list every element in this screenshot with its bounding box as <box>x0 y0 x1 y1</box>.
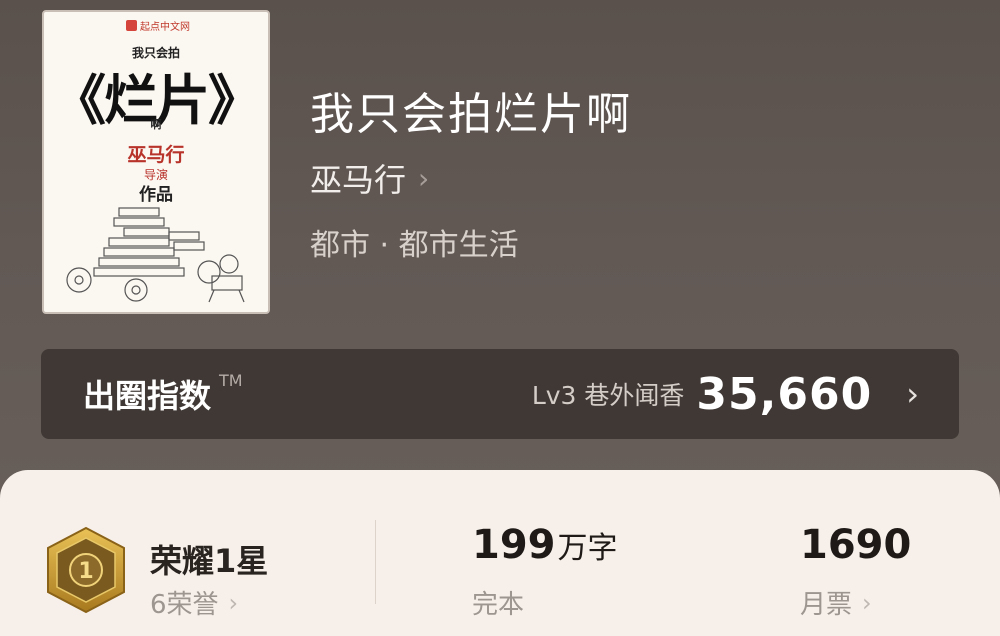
honor-level: 荣耀1星 <box>150 542 269 580</box>
honor-badge-icon: 1 <box>47 526 125 614</box>
book-title: 我只会拍烂片啊 <box>310 89 632 140</box>
monthly-tickets-link[interactable]: 月票 › <box>800 584 872 621</box>
popularity-index-bar[interactable]: 出圈指数 TM Lv3 巷外闻香 35,660 › <box>41 349 959 439</box>
film-reels-illustration <box>66 207 245 303</box>
chevron-right-icon: › <box>228 588 239 617</box>
badge-number: 1 <box>78 559 93 584</box>
word-count-unit: 万字 <box>557 531 618 566</box>
chevron-right-icon: › <box>906 375 919 413</box>
monthly-tickets-number: 1690 <box>800 522 912 568</box>
honor-count-link[interactable]: 6荣誉 › <box>150 584 238 621</box>
index-score: 35,660 <box>696 368 873 420</box>
stats-panel: 1 荣耀1星 6荣誉 › 199 万字 完本 1690 月票 › <box>0 470 1000 636</box>
publisher-badge: 起点中文网 <box>126 18 190 33</box>
word-count-number: 199 <box>472 522 556 568</box>
word-count: 199 万字 <box>472 522 618 568</box>
qidian-logo-icon <box>126 20 137 31</box>
completion-status: 完本 <box>472 590 525 620</box>
chevron-right-icon: › <box>418 161 430 195</box>
publisher-name: 起点中文网 <box>140 22 190 33</box>
cover-title-line3: 啊 <box>150 118 162 131</box>
book-cover[interactable]: 起点中文网 我只会拍 《烂片》 啊 巫马行 导演 作品 <box>42 10 270 314</box>
cover-author: 巫马行 <box>127 144 185 166</box>
index-level: Lv3 巷外闻香 <box>531 381 685 410</box>
index-label: 出圈指数 <box>83 377 212 415</box>
book-genre: 都市 · 都市生活 <box>310 228 519 263</box>
monthly-tickets-label: 月票 <box>800 590 853 620</box>
chevron-right-icon: › <box>862 588 872 617</box>
trademark-mark: TM <box>219 371 243 390</box>
honor-count: 6荣誉 <box>150 590 219 620</box>
author-name: 巫马行 <box>310 161 407 199</box>
author-link[interactable]: 巫马行 › <box>310 155 429 201</box>
stats-divider <box>375 520 376 604</box>
